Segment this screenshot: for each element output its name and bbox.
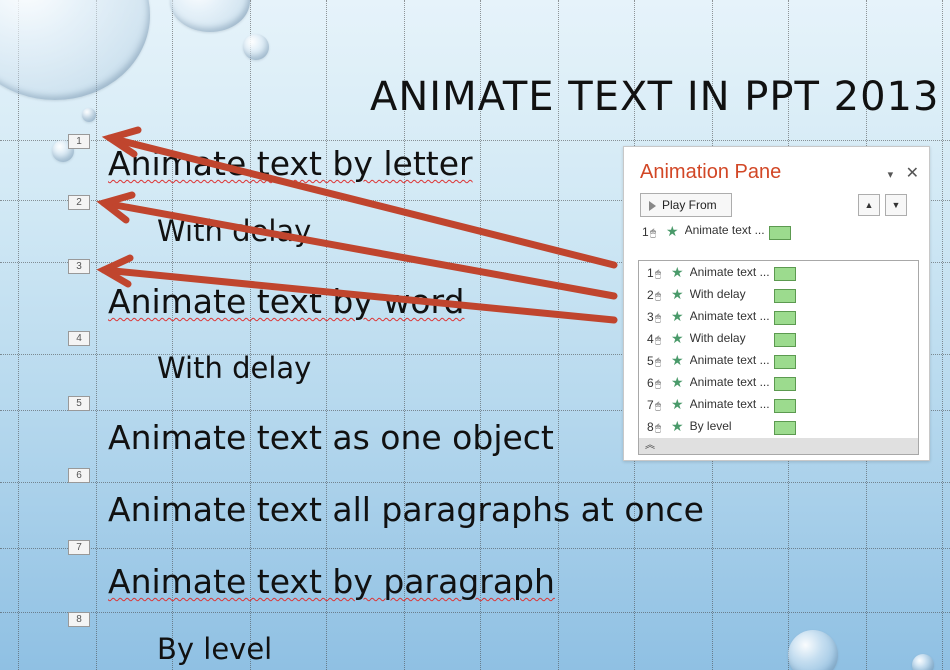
star-effect-icon: ★ [671,308,684,324]
arrow-line [100,199,618,300]
play-icon [649,200,656,211]
play-from-button[interactable]: Play From [640,193,732,217]
timing-bar[interactable] [773,376,796,391]
close-icon[interactable]: ✕ [906,165,919,182]
star-effect-icon: ★ [671,264,684,280]
timing-bar[interactable] [773,398,796,413]
mouse-click-icon: 🖱 [655,379,661,390]
star-effect-icon: ★ [666,223,679,239]
animation-label: Animate text ... [689,375,770,389]
double-chevron-up-icon[interactable]: ︽ [645,440,655,451]
star-effect-icon: ★ [671,374,684,390]
mouse-click-icon: 🖱 [655,423,661,434]
triangle-down-icon: ▼ [891,200,901,210]
mouse-click-icon: 🖱 [655,335,661,346]
list-scroll-area[interactable]: ︽ [639,438,918,454]
move-up-button[interactable]: ▲ [858,194,880,216]
pane-window-controls: ▾ ✕ [888,163,919,183]
animation-label: Animate text ... [689,353,770,367]
animation-number: 6 [647,376,654,390]
animation-list-item[interactable]: 7🖱 ★ Animate text ... [647,394,796,414]
star-effect-icon: ★ [671,396,684,412]
animation-label: Animate text ... [689,397,770,411]
animation-label: With delay [689,287,746,301]
selected-animation-row[interactable]: 1🖱 ★ Animate text ... [642,223,791,241]
mouse-click-icon: 🖱 [655,357,661,368]
move-down-button[interactable]: ▼ [885,194,907,216]
arrow-line [106,134,618,269]
animation-list-item[interactable]: 2🖱 ★ With delay [647,284,796,304]
arrow-line [100,266,618,324]
timing-bar[interactable] [773,288,796,303]
star-effect-icon: ★ [671,418,684,434]
timing-bar[interactable] [768,225,791,240]
animation-number: 2 [647,288,654,302]
star-effect-icon: ★ [671,330,684,346]
triangle-up-icon: ▲ [864,200,874,210]
animation-label: Animate text ... [689,309,770,323]
star-effect-icon: ★ [671,352,684,368]
chevron-down-icon[interactable]: ▾ [888,169,894,181]
mouse-click-icon: 🖱 [655,401,661,412]
animation-number: 4 [647,332,654,346]
timing-bar[interactable] [773,354,796,369]
animation-list-item[interactable]: 4🖱 ★ With delay [647,328,796,348]
play-from-label: Play From [662,198,717,212]
animation-list-item[interactable]: 3🖱 ★ Animate text ... [647,306,796,326]
animation-label: With delay [689,331,746,345]
mouse-click-icon: 🖱 [655,291,661,302]
animation-label: Animate text ... [689,265,770,279]
animation-label: Animate text ... [684,223,765,237]
animation-pane: Animation Pane ▾ ✕ Play From ▲ ▼ 1🖱 ★ Anim… [623,146,930,461]
animation-list: 1🖱 ★ Animate text ... 2🖱 ★ With delay 3🖱 ★ Ani… [638,260,919,455]
animation-list-item[interactable]: 8🖱 ★ By level [647,416,796,436]
timing-bar[interactable] [773,420,796,435]
mouse-click-icon: 🖱 [655,269,661,280]
animation-label: By level [689,419,732,433]
mouse-click-icon: 🖱 [650,228,656,239]
mouse-click-icon: 🖱 [655,313,661,324]
animation-number: 1 [647,266,654,280]
animation-number: 7 [647,398,654,412]
animation-number: 1 [642,225,649,239]
animation-number: 8 [647,420,654,434]
pane-title: Animation Pane [640,161,782,183]
animation-list-item[interactable]: 6🖱 ★ Animate text ... [647,372,796,392]
slide-canvas: ANIMATE TEXT IN PPT 2013 1 2 3 4 5 6 7 8… [0,0,950,670]
animation-number: 3 [647,310,654,324]
animation-list-item[interactable]: 5🖱 ★ Animate text ... [647,350,796,370]
timing-bar[interactable] [773,332,796,347]
animation-number: 5 [647,354,654,368]
animation-list-item[interactable]: 1🖱 ★ Animate text ... [647,262,796,282]
timing-bar[interactable] [773,266,796,281]
timing-bar[interactable] [773,310,796,325]
star-effect-icon: ★ [671,286,684,302]
